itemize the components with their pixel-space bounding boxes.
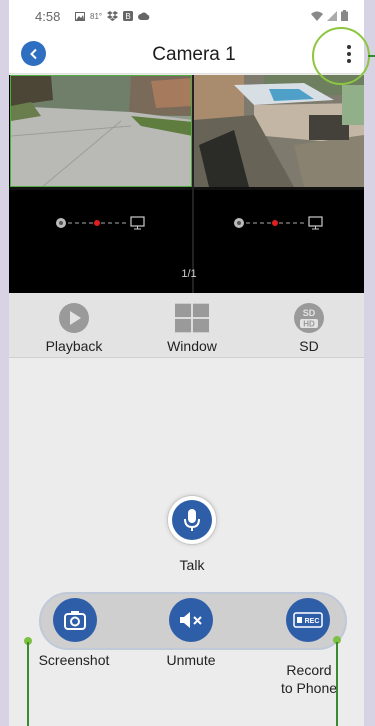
app-header: Camera 1 bbox=[9, 34, 364, 74]
svg-text:SD: SD bbox=[303, 308, 316, 318]
phone-screen: 4:58 81° B Camera 1 1/1 Playback Window … bbox=[9, 0, 364, 726]
page-title: Camera 1 bbox=[152, 44, 236, 65]
status-bar: 4:58 81° B bbox=[9, 0, 364, 34]
callout-line-top bbox=[368, 55, 375, 57]
sd-button[interactable]: SD HD SD bbox=[264, 301, 354, 354]
callout-line-left bbox=[27, 642, 29, 726]
unmute-label: Unmute bbox=[166, 652, 216, 668]
page-indicator: 1/1 bbox=[181, 268, 197, 280]
record-label: Record to Phone bbox=[264, 661, 354, 697]
no-connection-icon bbox=[234, 216, 323, 230]
video-grid: 1/1 bbox=[9, 75, 364, 293]
playback-label: Playback bbox=[45, 338, 103, 354]
record-label-line-2: to Phone bbox=[280, 680, 338, 696]
wifi-icon bbox=[311, 11, 323, 21]
window-button[interactable]: Window bbox=[147, 301, 237, 354]
record-label-line-1: Record bbox=[286, 662, 332, 678]
empty-channel-slot-3[interactable] bbox=[9, 193, 192, 253]
rec-icon-text: REC bbox=[305, 618, 320, 625]
talk-button[interactable] bbox=[167, 495, 217, 545]
play-icon bbox=[57, 301, 91, 335]
svg-text:B: B bbox=[125, 12, 130, 21]
grid-divider-vertical bbox=[192, 75, 194, 293]
back-icon bbox=[29, 48, 37, 59]
dropbox-icon bbox=[107, 11, 119, 21]
grid-icon bbox=[175, 301, 209, 335]
record-to-phone-button[interactable]: REC bbox=[286, 598, 330, 642]
battery-icon bbox=[341, 10, 348, 21]
sd-label: SD bbox=[299, 338, 319, 354]
status-time: 4:58 bbox=[35, 9, 61, 24]
window-label: Window bbox=[167, 338, 217, 354]
playback-button[interactable]: Playback bbox=[29, 301, 119, 354]
patio-feed-image bbox=[194, 75, 364, 187]
grid-divider-horizontal bbox=[9, 187, 364, 190]
screenshot-button[interactable] bbox=[53, 598, 97, 642]
driveway-feed-image bbox=[11, 76, 191, 186]
sd-hd-icon: SD HD bbox=[292, 301, 326, 335]
status-temperature: 81° bbox=[90, 11, 103, 21]
b-icon: B bbox=[123, 11, 134, 21]
no-connection-icon bbox=[55, 216, 145, 230]
microphone-icon bbox=[184, 509, 200, 531]
screenshot-label: Screenshot bbox=[38, 652, 110, 668]
callout-line-right bbox=[336, 642, 338, 726]
image-icon bbox=[75, 11, 85, 21]
svg-text:HD: HD bbox=[303, 320, 315, 329]
back-button[interactable] bbox=[21, 41, 46, 66]
status-icons: 81° B bbox=[75, 10, 150, 22]
unmute-button[interactable] bbox=[169, 598, 213, 642]
video-toolbar: Playback Window SD HD SD bbox=[9, 293, 364, 358]
empty-channel-slot-4[interactable] bbox=[194, 193, 364, 253]
signal-icon bbox=[327, 10, 337, 21]
camera-feed-1[interactable] bbox=[10, 75, 192, 187]
camera-feed-2[interactable] bbox=[194, 75, 364, 187]
cloud-icon bbox=[138, 12, 150, 20]
talk-control: Talk bbox=[163, 495, 221, 573]
callout-circle-more-options bbox=[312, 27, 370, 85]
camera-icon bbox=[64, 611, 86, 630]
speaker-mute-icon bbox=[180, 612, 202, 628]
rec-icon: REC bbox=[293, 612, 323, 628]
talk-label: Talk bbox=[179, 557, 205, 573]
status-right bbox=[311, 10, 348, 21]
